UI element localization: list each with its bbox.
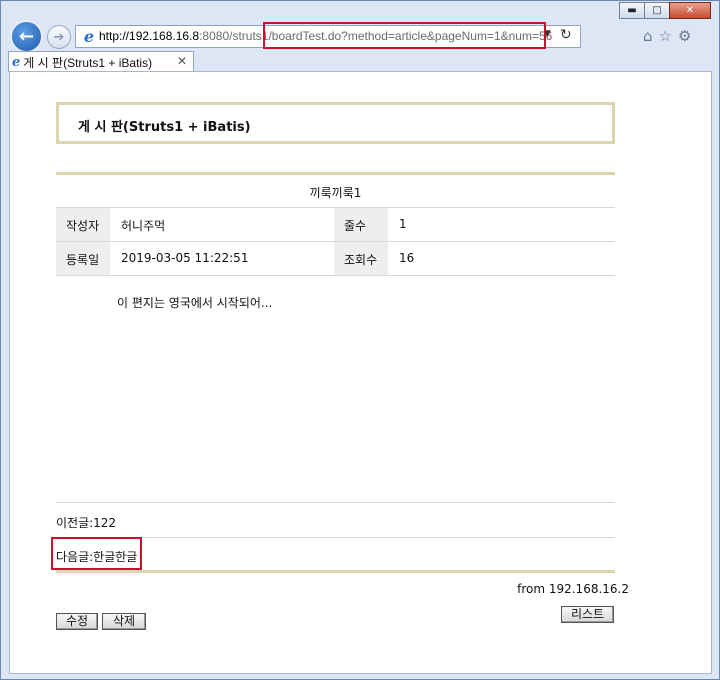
forward-button[interactable]: ➔ (47, 25, 71, 49)
tab-strip: e 게 시 판(Struts1 + iBatis) ✕ (1, 51, 719, 72)
browser-window: ▬ □ ✕ ← ➔ e http://192.168.16.8:8080/str… (0, 0, 720, 680)
close-window-button[interactable]: ✕ (669, 2, 711, 19)
home-icon[interactable]: ⌂ (643, 27, 653, 45)
tab-title: 게 시 판(Struts1 + iBatis) (23, 55, 153, 70)
address-bar[interactable]: e http://192.168.16.8:8080/struts1/board… (75, 22, 581, 49)
edit-button[interactable]: 수정 (56, 613, 98, 630)
info-row-writer: 작성자 허니주먹 줄수 1 (56, 208, 615, 242)
prev-article-link[interactable]: 이전글:122 (56, 504, 615, 538)
next-article-annotation-box (51, 537, 142, 570)
article-subject: 끼룩끼룩1 (309, 186, 362, 200)
back-button[interactable]: ← (10, 20, 43, 53)
bottom-divider (56, 570, 615, 573)
views-value: 16 (399, 251, 415, 265)
back-arrow-icon: ← (18, 26, 35, 47)
url-host: http://192.168.16.8 (99, 29, 200, 43)
window-controls: ▬ □ ✕ (619, 2, 711, 19)
forward-arrow-icon: ➔ (53, 29, 65, 45)
date-value: 2019-03-05 11:22:51 (121, 251, 249, 265)
info-row-date: 등록일 2019-03-05 11:22:51 조회수 16 (56, 242, 615, 276)
page-viewport: 게 시 판(Struts1 + iBatis) 끼룩끼룩1 작성자 허니주먹 줄… (9, 71, 712, 674)
board-title: 게 시 판(Struts1 + iBatis) (78, 120, 251, 135)
date-label: 등록일 (56, 242, 110, 275)
tab-close-icon[interactable]: ✕ (177, 54, 187, 68)
writer-label: 작성자 (56, 208, 110, 241)
line-count-value: 1 (399, 217, 407, 231)
minimize-button[interactable]: ▬ (619, 2, 645, 19)
star-icon[interactable]: ☆ (659, 27, 672, 45)
refresh-icon[interactable]: ↻ (560, 27, 572, 43)
list-button[interactable]: 리스트 (561, 606, 614, 623)
writer-value: 허니주먹 (121, 219, 166, 233)
navigation-bar: ← ➔ e http://192.168.16.8:8080/struts1/b… (1, 19, 719, 53)
ie-page-icon: e (83, 27, 95, 46)
browser-toolbar-icons: ⌂ ☆ ⚙ (643, 27, 691, 45)
maximize-button[interactable]: □ (644, 2, 670, 19)
delete-button[interactable]: 삭제 (102, 613, 146, 630)
line-count-label: 줄수 (334, 208, 388, 241)
article-subject-bar: 끼룩끼룩1 (56, 172, 615, 208)
url-annotation-box (263, 22, 546, 49)
tab-board[interactable]: e 게 시 판(Struts1 + iBatis) ✕ (8, 51, 194, 72)
article-content: 이 편지는 영국에서 시작되어... (117, 296, 273, 310)
gear-icon[interactable]: ⚙ (678, 27, 691, 45)
client-ip-text: from 192.168.16.2 (517, 582, 629, 596)
ie-tab-icon: e (12, 54, 21, 70)
views-label: 조회수 (334, 242, 388, 275)
board-header: 게 시 판(Struts1 + iBatis) (56, 102, 615, 144)
